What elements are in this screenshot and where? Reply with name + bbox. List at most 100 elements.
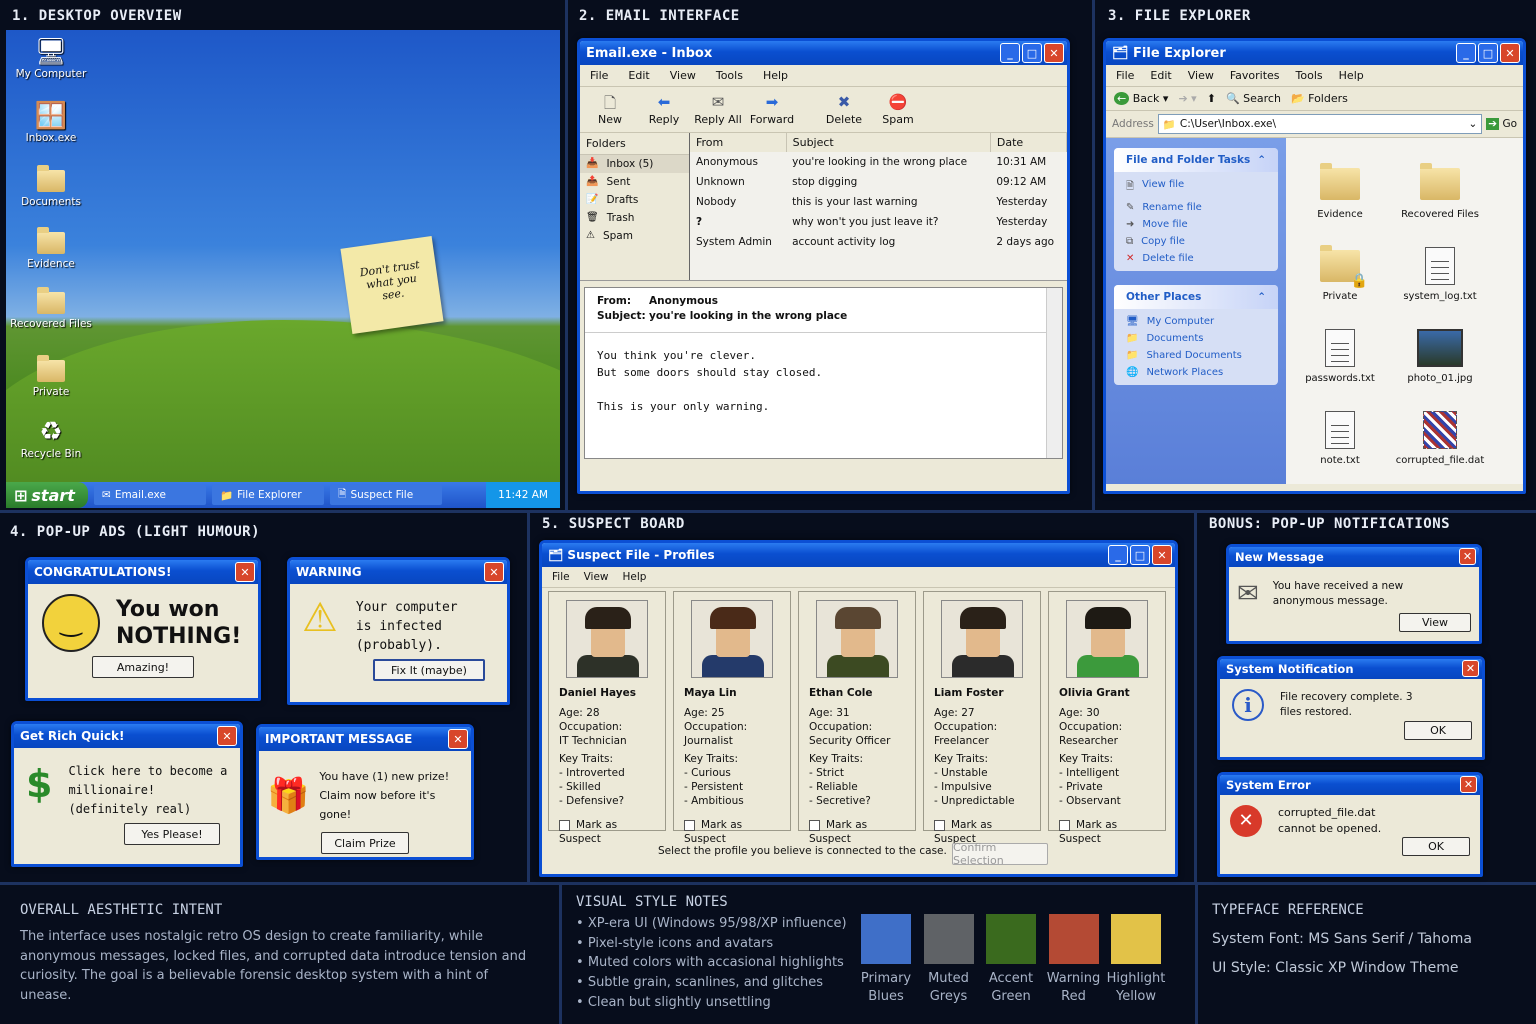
close-button[interactable]: ✕ xyxy=(1044,43,1064,63)
title-bar[interactable]: 🗂 File Explorer _ □ ✕ xyxy=(1106,41,1523,65)
close-button[interactable]: ✕ xyxy=(1462,660,1479,677)
desktop-icon-evidence[interactable]: Evidence xyxy=(6,226,96,270)
menu-help[interactable]: Help xyxy=(763,69,788,82)
close-button[interactable]: ✕ xyxy=(1500,43,1520,63)
place-my-computer[interactable]: 🖥 My Computer xyxy=(1114,313,1278,330)
close-button[interactable]: ✕ xyxy=(1459,548,1476,565)
mark-as-suspect-checkbox[interactable]: Mark as Suspect xyxy=(684,818,780,846)
checkbox[interactable] xyxy=(1059,819,1070,831)
place-network-places[interactable]: 🌐 Network Places xyxy=(1114,364,1278,381)
folder-trash[interactable]: 🗑 Trash xyxy=(580,209,689,227)
task-move-file[interactable]: ➜ Move file xyxy=(1114,216,1278,233)
menu-tools[interactable]: Tools xyxy=(1296,69,1323,82)
scrollbar[interactable] xyxy=(1046,288,1062,458)
checkbox[interactable] xyxy=(684,819,695,831)
search-button[interactable]: 🔍 Search xyxy=(1226,92,1281,105)
title-bar[interactable]: Email.exe - Inbox _ □ ✕ xyxy=(580,41,1067,65)
start-button[interactable]: ⊞ start xyxy=(6,482,88,508)
menu-edit[interactable]: Edit xyxy=(628,69,649,82)
task-delete-file[interactable]: ✕ Delete file xyxy=(1114,250,1278,267)
message-row[interactable]: Anonymous you're looking in the wrong pla… xyxy=(690,152,1067,172)
close-button[interactable]: ✕ xyxy=(1460,776,1477,793)
minimize-button[interactable]: _ xyxy=(1108,545,1128,565)
menu-file[interactable]: File xyxy=(1116,69,1134,82)
file-item[interactable]: passwords.txt xyxy=(1290,302,1390,384)
desktop-icon-recovered-files[interactable]: Recovered Files xyxy=(6,286,96,330)
folders-button[interactable]: 📂 Folders xyxy=(1291,92,1348,105)
spam-button[interactable]: ⛔ Spam xyxy=(872,93,924,126)
collapse-icon[interactable]: ⌃ xyxy=(1257,154,1266,166)
desktop-icon-documents[interactable]: Documents xyxy=(6,164,96,208)
collapse-icon[interactable]: ⌃ xyxy=(1257,291,1266,303)
menu-file[interactable]: File xyxy=(552,571,570,583)
message-row[interactable]: Unknown stop digging 09:12 AM xyxy=(690,172,1067,192)
up-folder-icon[interactable]: ⬆ xyxy=(1207,92,1216,105)
place-documents[interactable]: 📁 Documents xyxy=(1114,330,1278,347)
desktop-icon-inbox-exe[interactable]: 🪟 Inbox.exe xyxy=(6,100,96,144)
file-item[interactable]: note.txt xyxy=(1290,384,1390,466)
checkbox[interactable] xyxy=(559,819,570,831)
task-view-file[interactable]: 🗎 View file xyxy=(1114,176,1278,199)
close-button[interactable]: ✕ xyxy=(484,562,504,582)
claim-prize-button[interactable]: Claim Prize xyxy=(321,832,409,854)
view-button[interactable]: View xyxy=(1399,613,1471,632)
folder-spam[interactable]: ⚠ Spam xyxy=(580,227,689,245)
file-item[interactable]: Recovered Files xyxy=(1390,138,1490,220)
menu-view[interactable]: View xyxy=(584,571,609,583)
task-rename-file[interactable]: ✎ Rename file xyxy=(1114,199,1278,216)
menu-tools[interactable]: Tools xyxy=(716,69,743,82)
desktop-icon-recycle-bin[interactable]: ♻ Recycle Bin xyxy=(6,416,96,460)
menu-file[interactable]: File xyxy=(590,69,608,82)
chevron-down-icon[interactable]: ⌄ xyxy=(1464,118,1481,130)
minimize-button[interactable]: _ xyxy=(1456,43,1476,63)
folder-drafts[interactable]: 📝 Drafts xyxy=(580,191,689,209)
maximize-button[interactable]: □ xyxy=(1022,43,1042,63)
maximize-button[interactable]: □ xyxy=(1130,545,1150,565)
fix-it-button[interactable]: Fix It (maybe) xyxy=(373,659,485,681)
menu-help[interactable]: Help xyxy=(1339,69,1364,82)
message-row[interactable]: Nobody this is your last warning Yesterday xyxy=(690,192,1067,212)
menu-view[interactable]: View xyxy=(670,69,696,82)
ok-button[interactable]: OK xyxy=(1402,837,1470,856)
column-subject[interactable]: Subject xyxy=(786,133,991,152)
delete-button[interactable]: ✖ Delete xyxy=(818,93,870,126)
taskbar-item-file-explorer[interactable]: 📁 File Explorer xyxy=(212,485,324,505)
reply-all-button[interactable]: ✉ Reply All xyxy=(692,93,744,126)
menu-favorites[interactable]: Favorites xyxy=(1230,69,1280,82)
close-button[interactable]: ✕ xyxy=(448,729,468,749)
message-row[interactable]: ? why won't you just leave it? Yesterday xyxy=(690,212,1067,232)
close-button[interactable]: ✕ xyxy=(235,562,255,582)
reply-button[interactable]: ⬅ Reply xyxy=(638,93,690,126)
address-bar[interactable]: 📁 C:\User\Inbox.exe\ ⌄ xyxy=(1157,114,1483,134)
yes-please-button[interactable]: Yes Please! xyxy=(124,823,220,845)
file-item[interactable]: Evidence xyxy=(1290,138,1390,220)
mark-as-suspect-checkbox[interactable]: Mark as Suspect xyxy=(1059,818,1155,846)
close-button[interactable]: ✕ xyxy=(217,726,237,746)
task-copy-file[interactable]: ⧉ Copy file xyxy=(1114,233,1278,250)
mark-as-suspect-checkbox[interactable]: Mark as Suspect xyxy=(809,818,905,846)
back-button[interactable]: ← Back ▾ xyxy=(1114,92,1168,105)
file-item[interactable]: corrupted_file.dat xyxy=(1390,384,1490,466)
checkbox[interactable] xyxy=(809,819,820,831)
confirm-selection-button[interactable]: Confirm Selection xyxy=(952,841,1048,867)
ok-button[interactable]: OK xyxy=(1404,721,1472,740)
mark-as-suspect-checkbox[interactable]: Mark as Suspect xyxy=(559,818,655,846)
amazing-button[interactable]: Amazing! xyxy=(92,656,194,678)
minimize-button[interactable]: _ xyxy=(1000,43,1020,63)
file-item[interactable]: 🔒 Private xyxy=(1290,220,1390,302)
go-button[interactable]: ➔ Go xyxy=(1486,118,1517,130)
menu-edit[interactable]: Edit xyxy=(1150,69,1171,82)
file-item[interactable]: photo_01.jpg xyxy=(1390,302,1490,384)
maximize-button[interactable]: □ xyxy=(1478,43,1498,63)
file-item[interactable]: system_log.txt xyxy=(1390,220,1490,302)
forward-button[interactable]: ➡ Forward xyxy=(746,93,798,126)
column-from[interactable]: From xyxy=(690,133,787,152)
taskbar-item-suspect-file[interactable]: 🗎 Suspect File xyxy=(330,485,442,505)
taskbar-item-email[interactable]: ✉ Email.exe xyxy=(94,485,206,505)
close-button[interactable]: ✕ xyxy=(1152,545,1172,565)
menu-view[interactable]: View xyxy=(1188,69,1214,82)
folder-inbox[interactable]: 📥 Inbox (5) xyxy=(580,155,689,173)
desktop-icon-private[interactable]: Private xyxy=(6,354,96,398)
forward-button[interactable]: ➔ ▾ xyxy=(1178,92,1196,105)
column-date[interactable]: Date xyxy=(990,133,1067,152)
